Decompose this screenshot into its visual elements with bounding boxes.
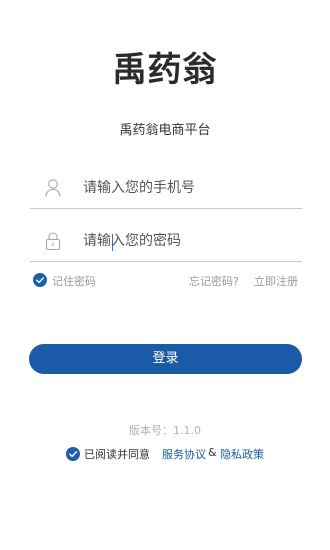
password-input[interactable] (83, 221, 293, 261)
lock-icon (44, 231, 62, 251)
user-icon (44, 178, 62, 198)
phone-field[interactable] (30, 168, 302, 209)
register-link[interactable]: 立即注册 (254, 273, 298, 289)
forgot-password-link[interactable]: 忘记密码? (189, 273, 239, 289)
password-field[interactable] (30, 221, 302, 262)
service-agreement-link[interactable]: 服务协议 (162, 446, 206, 462)
login-options: 记住密码 忘记密码? 立即注册 (33, 271, 299, 289)
phone-input[interactable] (83, 168, 293, 208)
version-label: 版本号：1.1.0 (129, 424, 201, 437)
check-icon (69, 451, 78, 458)
agreement-checkbox[interactable] (66, 447, 80, 461)
privacy-policy-link[interactable]: 隐私政策 (220, 446, 264, 462)
login-button[interactable]: 登录 (29, 344, 302, 374)
app-logo: 禹药翁 (112, 50, 218, 90)
check-icon (33, 273, 47, 287)
app-subtitle: 禹药翁电商平台 (119, 123, 211, 138)
remember-password-label: 记住密码 (52, 275, 96, 288)
agreement-separator: & (208, 446, 217, 459)
agreement-text: 已阅读并同意 (84, 448, 150, 461)
